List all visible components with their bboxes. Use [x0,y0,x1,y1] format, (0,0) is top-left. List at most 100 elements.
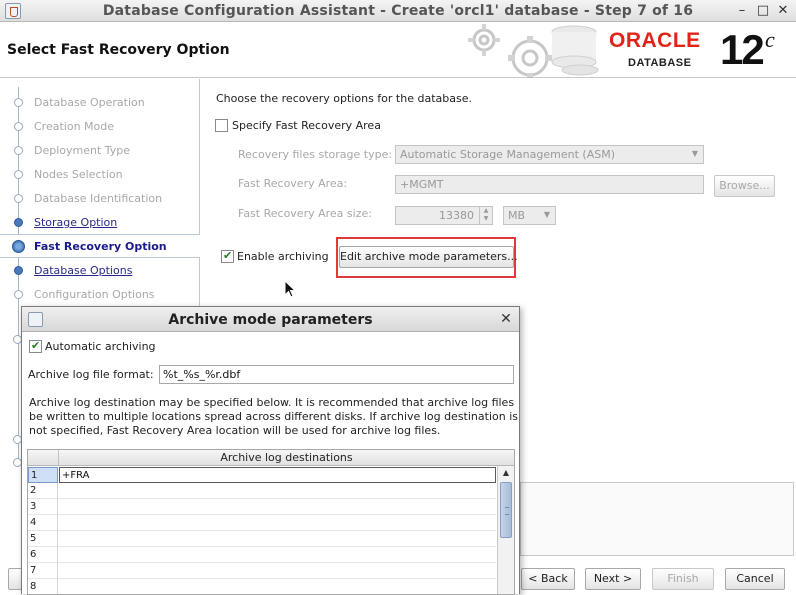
fra-location-label: Fast Recovery Area: [238,177,348,190]
current-step-indicator-icon [12,240,25,253]
table-row[interactable]: 5 [28,531,496,547]
cancel-button[interactable]: Cancel [725,568,785,590]
table-row[interactable]: 8 [28,579,496,594]
row-number: 4 [28,515,58,531]
specify-fra-label: Specify Fast Recovery Area [232,119,381,132]
fra-size-unit: MB [508,209,526,222]
database-logo-text: DATABASE [628,57,692,69]
step-creation-mode: Creation Mode [0,115,200,139]
finish-button[interactable]: Finish [652,568,714,590]
step-label[interactable]: Storage Option [34,216,117,229]
fra-location-input[interactable]: +MGMT [395,175,704,194]
enable-archiving-label: Enable archiving [237,250,329,263]
step-label: Fast Recovery Option [34,240,167,253]
step-deployment-type: Deployment Type [0,139,200,163]
dialog-titlebar[interactable]: Archive mode parameters ✕ [22,307,519,332]
step-label: Database Operation [34,96,145,109]
log-format-label: Archive log file format: [28,368,154,381]
step-label: Nodes Selection [34,168,123,181]
step-label: Creation Mode [34,120,115,133]
window-titlebar: Database Configuration Assistant - Creat… [0,0,796,22]
summary-panel [520,482,794,556]
log-format-input[interactable]: %t_%s_%r.dbf [159,365,514,384]
dialog-title: Archive mode parameters [168,312,373,328]
mouse-cursor-icon [284,280,296,298]
step-label[interactable]: Database Options [34,264,132,277]
spinner-arrows-icon[interactable]: ▲ ▼ [479,207,492,224]
row-destination-cell[interactable] [59,499,496,515]
table-scrollbar[interactable]: ▲ [497,466,514,594]
step-database-identification: Database Identification [0,187,200,211]
table-row[interactable]: 7 [28,563,496,579]
row-destination-cell[interactable] [59,483,496,499]
step-indicator-icon [14,218,23,227]
step-database-operation: Database Operation [0,91,200,115]
table-row[interactable]: 4 [28,515,496,531]
oracle-logo: ORACLE [609,29,701,52]
table-row[interactable]: 1 +FRA [28,467,496,483]
storage-type-select[interactable]: Automatic Storage Management (ASM) ▼ [395,145,704,164]
next-button[interactable]: Next > [585,568,641,590]
step-nodes-selection: Nodes Selection [0,163,200,187]
automatic-archiving-label: Automatic archiving [45,340,156,353]
automatic-archiving-checkbox[interactable] [29,339,42,353]
minimize-icon[interactable]: – [734,3,750,19]
scrollbar-thumb[interactable] [500,482,512,538]
gears-decoration-icon [468,24,599,78]
row-number: 8 [28,579,58,594]
version-number: 12 [720,26,765,73]
step-label: Deployment Type [34,144,131,157]
step-indicator-icon [14,266,23,275]
scroll-up-arrow-icon[interactable]: ▲ [498,466,514,480]
step-indicator-icon [14,146,23,155]
chevron-down-icon: ▼ [691,149,698,158]
row-destination-cell[interactable] [59,547,496,563]
page-title: Select Fast Recovery Option [7,42,230,58]
step-database-options[interactable]: Database Options [0,259,200,283]
table-row[interactable]: 3 [28,499,496,515]
step-fast-recovery-option: Fast Recovery Option [0,234,200,258]
intro-text: Choose the recovery options for the data… [216,92,472,105]
close-icon[interactable]: ✕ [775,3,791,19]
description-line-1: Archive log destination may be specified… [29,396,515,409]
edit-archive-mode-button[interactable]: Edit archive mode parameters... [339,246,518,268]
row-destination-cell[interactable] [59,515,496,531]
step-storage-option[interactable]: Storage Option [0,211,200,235]
back-button[interactable]: < Back [521,568,575,590]
version-suffix: c [765,27,775,52]
storage-type-label: Recovery files storage type: [238,148,393,161]
page-header: Select Fast Recovery Option ORACLE DATAB… [0,22,796,78]
description-line-2: be written to multiple locations spread … [29,410,518,423]
specify-fra-checkbox[interactable] [215,119,228,132]
enable-archiving-checkbox[interactable] [221,249,234,263]
step-indicator-icon [14,122,23,131]
dialog-close-icon[interactable]: ✕ [498,311,514,327]
step-configuration-options: Configuration Options [0,283,200,307]
table-header-label[interactable]: Archive log destinations [59,451,514,464]
row-destination-cell[interactable]: +FRA [59,467,496,483]
row-destination-cell[interactable] [59,531,496,547]
description-line-3: not specified, Fast Recovery Area locati… [29,424,441,437]
row-destination-cell[interactable] [59,563,496,579]
archive-destinations-table: Archive log destinations 1 +FRA 2 3 4 5 … [27,449,515,595]
fra-size-label: Fast Recovery Area size: [238,207,372,220]
row-number: 3 [28,499,58,515]
step-label: Database Identification [34,192,163,205]
table-row[interactable]: 6 [28,547,496,563]
archive-mode-dialog: Archive mode parameters ✕ Automatic arch… [21,306,520,595]
step-indicator-icon [14,290,23,299]
step-indicator-icon [14,170,23,179]
scroll-grip-icon [505,507,509,515]
table-row[interactable]: 2 [28,483,496,499]
browse-button[interactable]: Browse... [714,175,775,197]
row-number: 6 [28,547,58,563]
table-header: Archive log destinations [28,450,514,466]
chevron-down-icon: ▼ [543,210,550,219]
storage-type-value: Automatic Storage Management (ASM) [400,148,615,161]
fra-size-value: 13380 [439,209,474,222]
fra-size-unit-select[interactable]: MB ▼ [503,206,556,225]
step-indicator-icon [14,194,23,203]
maximize-icon[interactable]: □ [755,3,771,19]
step-label: Configuration Options [34,288,155,301]
row-destination-cell[interactable] [59,579,496,594]
